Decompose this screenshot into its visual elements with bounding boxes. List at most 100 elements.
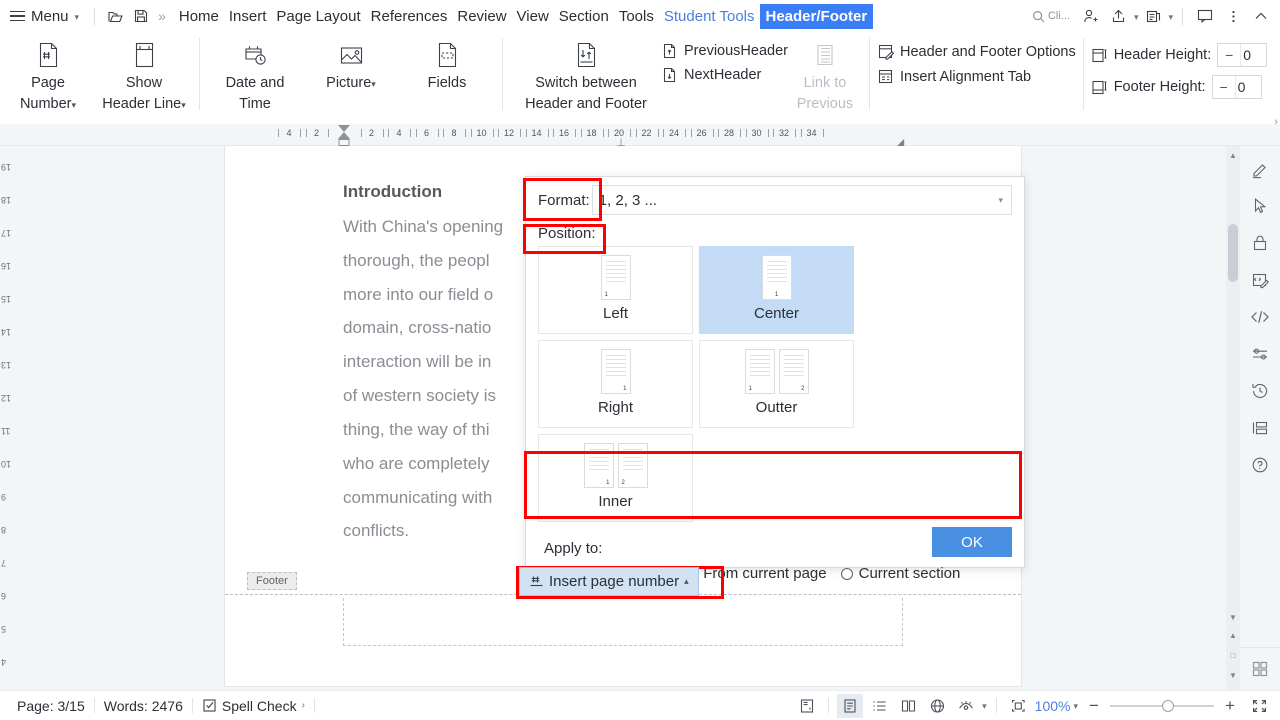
position-option-left[interactable]: 1 Left	[538, 246, 693, 334]
history-clock-icon[interactable]	[1247, 378, 1273, 404]
share-chevron-icon[interactable]: ▾	[1134, 12, 1139, 23]
select-cursor-icon[interactable]	[1247, 193, 1273, 219]
header-height-spinner[interactable]: − 0	[1217, 43, 1267, 67]
print-layout-icon[interactable]	[837, 694, 863, 718]
tab-home[interactable]: Home	[174, 5, 224, 28]
lock-icon[interactable]	[1247, 230, 1273, 256]
eye-view-icon[interactable]	[953, 694, 979, 718]
position-option-inner[interactable]: 1 2 Inner	[538, 434, 693, 522]
add-user-icon[interactable]	[1078, 3, 1104, 29]
collapse-ribbon-icon[interactable]	[1248, 3, 1274, 29]
select-browse-object-icon[interactable]: □	[1226, 648, 1240, 662]
vertical-scrollbar[interactable]: ▲ ▼ ▲ □ ▼	[1226, 146, 1240, 690]
tab-view[interactable]: View	[512, 5, 554, 28]
zoom-level[interactable]: 100%	[1035, 698, 1071, 714]
ok-button[interactable]: OK	[932, 527, 1012, 557]
tab-header-footer[interactable]: Header/Footer	[760, 4, 874, 29]
tab-tools[interactable]: Tools	[614, 5, 659, 28]
tab-insert[interactable]: Insert	[224, 5, 272, 28]
ribbon-overflow-icon[interactable]: ›	[1274, 116, 1278, 124]
switch-between-header-footer-button[interactable]: Switch between Header and Footer	[510, 34, 662, 120]
header-height-value[interactable]: 0	[1240, 44, 1266, 66]
reading-view-icon[interactable]	[895, 694, 921, 718]
next-page-icon[interactable]: ▼	[1226, 668, 1240, 682]
link-to-previous-button[interactable]: Link to Previous	[788, 34, 862, 114]
header-footer-options-button[interactable]: Header and Footer Options	[877, 43, 1076, 60]
highlighter-pen-icon[interactable]	[1247, 156, 1273, 182]
chevron-down-icon[interactable]: ▾	[72, 100, 77, 110]
picture-button[interactable]: Picture▾	[303, 34, 399, 120]
tab-review[interactable]: Review	[452, 5, 511, 28]
chevron-down-icon[interactable]: ▾	[181, 100, 186, 110]
slider-knob[interactable]	[1162, 700, 1174, 712]
chevron-down-icon[interactable]: ▾	[371, 79, 376, 89]
previous-header-button[interactable]: PreviousHeader	[662, 43, 788, 59]
decrease-icon[interactable]: −	[1218, 44, 1240, 66]
word-count[interactable]: Words: 2476	[95, 698, 192, 714]
web-layout-icon[interactable]	[924, 694, 950, 718]
layout-panels-icon[interactable]	[1247, 415, 1273, 441]
fullscreen-icon[interactable]	[1246, 694, 1272, 718]
chevron-right-icon[interactable]: ›	[302, 700, 305, 711]
insert-page-number-button[interactable]: Insert page number ▴	[519, 567, 699, 596]
view-options-chevron-icon[interactable]: ▾	[982, 701, 987, 712]
footer-edit-box[interactable]	[343, 598, 903, 646]
spell-check-button[interactable]: Spell Check ›	[193, 698, 314, 714]
zoom-out-button[interactable]: −	[1081, 694, 1107, 718]
search-input[interactable]: Cli...	[1032, 10, 1076, 23]
menu-button[interactable]: Menu ▾	[0, 1, 87, 31]
position-option-center[interactable]: 1 Center	[699, 246, 854, 334]
collaborate-chevron-icon[interactable]: ▾	[1168, 12, 1173, 23]
open-folder-icon[interactable]	[102, 3, 128, 29]
page-indicator[interactable]: Page: 3/15	[8, 698, 94, 714]
fields-button[interactable]: Fields	[399, 34, 495, 120]
tab-page-layout[interactable]: Page Layout	[271, 5, 365, 28]
more-options-icon[interactable]	[1220, 3, 1246, 29]
tab-student-tools[interactable]: Student Tools	[659, 5, 760, 28]
footer-height-spinner[interactable]: − 0	[1212, 75, 1262, 99]
zoom-in-button[interactable]: +	[1217, 694, 1243, 718]
date-and-time-button[interactable]: Date and Time	[207, 34, 303, 120]
radio-current-section[interactable]: Current section	[841, 565, 961, 582]
share-icon[interactable]	[1106, 3, 1132, 29]
page-number-dialog[interactable]: Format: 1, 2, 3 ... ▾ Position: 1 Left 1	[525, 176, 1025, 568]
more-commands-icon[interactable]: »	[154, 8, 170, 24]
next-header-button[interactable]: NextHeader	[662, 67, 788, 83]
scroll-page-up-icon[interactable]: ▲	[1226, 628, 1240, 642]
outline-view-icon[interactable]	[866, 694, 892, 718]
zoom-chevron-icon[interactable]: ▾	[1073, 701, 1078, 712]
scrollbar-thumb[interactable]	[1228, 224, 1238, 282]
page-number-button[interactable]: Page Number▾	[0, 34, 96, 120]
position-option-outter[interactable]: 1 2 Outter	[699, 340, 854, 428]
zoom-slider[interactable]	[1110, 699, 1214, 713]
code-tags-icon[interactable]	[1247, 304, 1273, 330]
settings-sliders-icon[interactable]	[1247, 341, 1273, 367]
fit-page-icon[interactable]	[1006, 694, 1032, 718]
tab-references[interactable]: References	[366, 5, 453, 28]
scroll-up-icon[interactable]: ▲	[1226, 148, 1240, 162]
insert-alignment-tab-button[interactable]: Insert Alignment Tab	[877, 68, 1076, 85]
save-icon[interactable]	[128, 3, 154, 29]
vertical-ruler[interactable]: 19181716151413121110987654	[0, 146, 14, 690]
decrease-icon[interactable]: −	[1213, 76, 1235, 98]
left-indent-marker[interactable]	[339, 139, 350, 146]
format-select[interactable]: 1, 2, 3 ... ▾	[592, 185, 1012, 215]
first-line-indent-marker[interactable]	[338, 125, 350, 132]
help-circle-icon[interactable]	[1247, 452, 1273, 478]
hanging-indent-marker[interactable]	[338, 132, 350, 139]
chevron-up-icon[interactable]: ▴	[684, 576, 689, 587]
page-thumbnail-icon[interactable]	[794, 694, 820, 718]
position-option-right[interactable]: 1 Right	[538, 340, 693, 428]
ruler-tick	[575, 129, 576, 137]
show-header-line-button[interactable]: Show Header Line▾	[96, 34, 192, 120]
comment-icon[interactable]	[1192, 3, 1218, 29]
horizontal-ruler[interactable]: 42246810121416182022242628303234 ⊥ ◢	[0, 124, 1280, 146]
tab-section[interactable]: Section	[554, 5, 614, 28]
grid-apps-icon[interactable]	[1247, 656, 1273, 682]
ribbon-group-insert: Date and Time Picture▾	[207, 34, 495, 122]
collaborate-icon[interactable]	[1140, 3, 1166, 29]
footer-height-value[interactable]: 0	[1235, 76, 1261, 98]
previous-page-icon[interactable]: ▼	[1226, 610, 1240, 624]
radio-from-current-page[interactable]: From current page	[685, 565, 826, 582]
edit-document-icon[interactable]	[1247, 267, 1273, 293]
